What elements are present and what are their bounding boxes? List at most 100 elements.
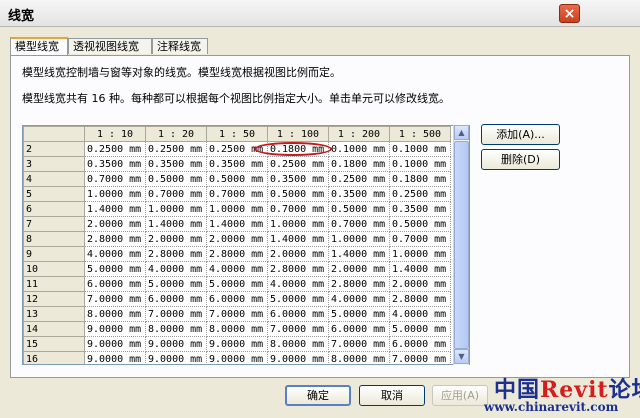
line-weight-cell[interactable]: 9.0000 mm	[145, 336, 207, 352]
table-vertical-scrollbar[interactable]: ▲ ▼	[453, 125, 469, 365]
line-weight-cell[interactable]: 8.0000 mm	[145, 321, 207, 337]
line-weight-cell[interactable]: 4.0000 mm	[267, 276, 329, 292]
line-weight-cell[interactable]: 4.0000 mm	[328, 291, 390, 307]
line-weight-cell[interactable]: 0.5000 mm	[328, 201, 390, 217]
line-weight-cell[interactable]: 5.0000 mm	[389, 321, 451, 337]
line-weight-cell[interactable]: 0.5000 mm	[145, 171, 207, 187]
line-weight-cell[interactable]: 0.7000 mm	[84, 171, 146, 187]
line-weight-cell[interactable]: 1.0000 mm	[145, 201, 207, 217]
line-weight-cell[interactable]: 2.0000 mm	[206, 231, 268, 247]
line-weight-cell[interactable]: 4.0000 mm	[389, 306, 451, 322]
line-weight-cell[interactable]: 6.0000 mm	[328, 321, 390, 337]
line-weight-cell[interactable]: 9.0000 mm	[206, 351, 268, 364]
line-weight-cell[interactable]: 7.0000 mm	[84, 291, 146, 307]
line-weight-cell[interactable]: 6.0000 mm	[206, 291, 268, 307]
line-weight-cell[interactable]: 0.5000 mm	[267, 186, 329, 202]
line-weight-cell[interactable]: 0.7000 mm	[206, 186, 268, 202]
line-weight-cell[interactable]: 9.0000 mm	[206, 336, 268, 352]
line-weight-cell[interactable]: 8.0000 mm	[206, 321, 268, 337]
line-weight-cell[interactable]: 6.0000 mm	[145, 291, 207, 307]
cancel-button[interactable]: 取消	[359, 385, 425, 406]
line-weight-cell[interactable]: 1.4000 mm	[84, 201, 146, 217]
line-weight-cell[interactable]: 8.0000 mm	[267, 336, 329, 352]
line-weight-cell[interactable]: 0.2500 mm	[84, 141, 146, 157]
delete-button[interactable]: 删除(D)	[481, 149, 560, 170]
line-weight-cell[interactable]: 1.0000 mm	[206, 201, 268, 217]
line-weight-cell[interactable]: 0.2500 mm	[267, 156, 329, 172]
line-weight-cell[interactable]: 2.8000 mm	[84, 231, 146, 247]
line-weight-cell[interactable]: 1.0000 mm	[267, 216, 329, 232]
line-weight-cell[interactable]: 1.4000 mm	[328, 246, 390, 262]
line-weight-cell[interactable]: 8.0000 mm	[84, 306, 146, 322]
tab-model-line-weights[interactable]: 模型线宽	[10, 37, 68, 55]
line-weight-cell[interactable]: 0.3500 mm	[145, 156, 207, 172]
line-weight-cell[interactable]: 4.0000 mm	[206, 261, 268, 277]
line-weight-cell[interactable]: 1.4000 mm	[206, 216, 268, 232]
tab-annotation-line-weights[interactable]: 注释线宽	[152, 38, 208, 54]
line-weight-cell[interactable]: 2.8000 mm	[267, 261, 329, 277]
line-weight-cell[interactable]: 9.0000 mm	[84, 351, 146, 364]
line-weight-cell[interactable]: 9.0000 mm	[84, 321, 146, 337]
line-weight-cell[interactable]: 8.0000 mm	[328, 351, 390, 364]
tab-perspective-line-weights[interactable]: 透视视图线宽	[68, 38, 152, 54]
line-weight-cell[interactable]: 2.8000 mm	[328, 276, 390, 292]
line-weight-cell[interactable]: 9.0000 mm	[145, 351, 207, 364]
line-weight-cell[interactable]: 0.5000 mm	[389, 216, 451, 232]
line-weight-cell[interactable]: 7.0000 mm	[267, 321, 329, 337]
line-weight-cell[interactable]: 7.0000 mm	[328, 336, 390, 352]
scroll-up-icon[interactable]: ▲	[454, 125, 469, 140]
line-weight-cell[interactable]: 0.1000 mm	[328, 141, 390, 157]
ok-button[interactable]: 确定	[285, 385, 351, 406]
line-weight-cell[interactable]: 6.0000 mm	[84, 276, 146, 292]
line-weight-cell[interactable]: 7.0000 mm	[389, 351, 451, 364]
line-weight-cell[interactable]: 5.0000 mm	[328, 306, 390, 322]
line-weight-cell[interactable]: 1.0000 mm	[389, 246, 451, 262]
line-weight-cell[interactable]: 1.4000 mm	[389, 261, 451, 277]
line-weight-cell[interactable]: 0.7000 mm	[145, 186, 207, 202]
line-weight-cell[interactable]: 0.3500 mm	[267, 171, 329, 187]
line-weight-cell[interactable]: 0.7000 mm	[389, 231, 451, 247]
line-weight-cell[interactable]: 0.3500 mm	[206, 156, 268, 172]
line-weight-cell[interactable]: 2.8000 mm	[206, 246, 268, 262]
line-weight-cell[interactable]: 1.4000 mm	[267, 231, 329, 247]
line-weight-cell[interactable]: 0.1800 mm	[328, 156, 390, 172]
line-weight-cell[interactable]: 0.7000 mm	[267, 201, 329, 217]
line-weight-cell[interactable]: 5.0000 mm	[84, 261, 146, 277]
line-weight-cell[interactable]: 0.1000 mm	[389, 156, 451, 172]
line-weight-cell[interactable]: 5.0000 mm	[206, 276, 268, 292]
line-weight-cell[interactable]: 2.0000 mm	[328, 261, 390, 277]
line-weight-cell[interactable]: 0.1000 mm	[389, 141, 451, 157]
add-button[interactable]: 添加(A)...	[481, 124, 560, 145]
line-weight-cell[interactable]: 0.3500 mm	[84, 156, 146, 172]
close-button[interactable]: ×	[559, 4, 580, 23]
line-weight-cell[interactable]: 2.0000 mm	[389, 276, 451, 292]
line-weight-cell[interactable]: 2.0000 mm	[267, 246, 329, 262]
line-weight-cell[interactable]: 2.8000 mm	[145, 246, 207, 262]
line-weight-cell[interactable]: 1.0000 mm	[328, 231, 390, 247]
scroll-down-icon[interactable]: ▼	[454, 349, 469, 364]
line-weight-cell[interactable]: 7.0000 mm	[206, 306, 268, 322]
line-weight-cell[interactable]: 2.8000 mm	[389, 291, 451, 307]
line-weight-cell[interactable]: 2.0000 mm	[145, 231, 207, 247]
line-weight-cell[interactable]: 7.0000 mm	[145, 306, 207, 322]
line-weight-cell[interactable]: 4.0000 mm	[84, 246, 146, 262]
line-weight-cell[interactable]: 0.2500 mm	[328, 171, 390, 187]
line-weight-cell[interactable]: 0.2500 mm	[389, 186, 451, 202]
line-weight-cell[interactable]: 0.3500 mm	[389, 201, 451, 217]
line-weight-cell[interactable]: 9.0000 mm	[84, 336, 146, 352]
line-weight-cell[interactable]: 9.0000 mm	[267, 351, 329, 364]
scroll-thumb[interactable]	[454, 141, 469, 349]
line-weight-cell[interactable]: 5.0000 mm	[267, 291, 329, 307]
line-weight-cell[interactable]: 5.0000 mm	[145, 276, 207, 292]
line-weight-cell[interactable]: 1.4000 mm	[145, 216, 207, 232]
line-weight-cell[interactable]: 0.1800 mm	[389, 171, 451, 187]
apply-button[interactable]: 应用(A)	[432, 385, 488, 406]
line-weight-cell[interactable]: 6.0000 mm	[389, 336, 451, 352]
line-weight-cell[interactable]: 0.7000 mm	[328, 216, 390, 232]
line-weight-cell[interactable]: 0.5000 mm	[206, 171, 268, 187]
line-weight-cell[interactable]: 0.2500 mm	[145, 141, 207, 157]
line-weight-cell[interactable]: 2.0000 mm	[84, 216, 146, 232]
line-weight-cell[interactable]: 4.0000 mm	[145, 261, 207, 277]
line-weight-cell[interactable]: 1.0000 mm	[84, 186, 146, 202]
line-weight-cell[interactable]: 6.0000 mm	[267, 306, 329, 322]
